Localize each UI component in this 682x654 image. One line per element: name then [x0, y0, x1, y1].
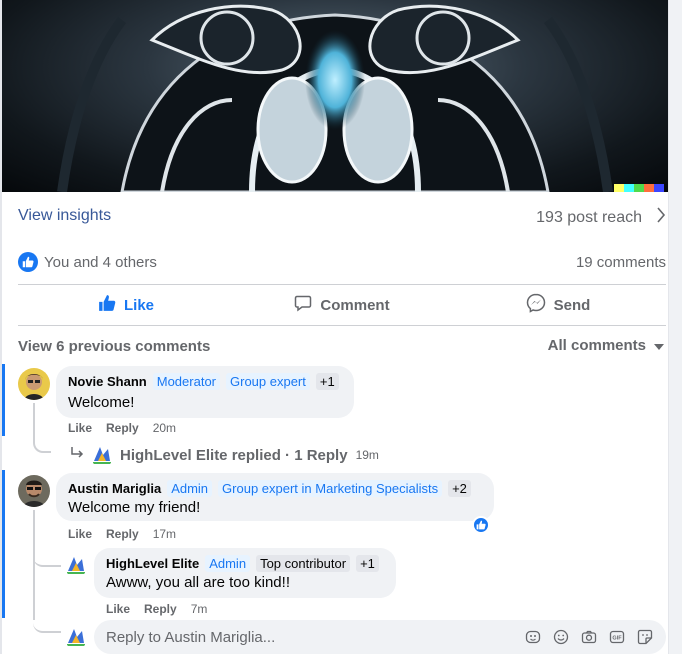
emoji-icon[interactable]	[552, 628, 570, 646]
reply-like-link[interactable]: Like	[106, 602, 130, 616]
comment-actions: Like Reply 20m	[68, 421, 176, 435]
like-button-label: Like	[123, 296, 154, 314]
comment-timestamp[interactable]: 17m	[153, 527, 176, 541]
comments-count-link[interactable]: 19 comments	[576, 254, 666, 271]
send-button[interactable]: Send	[450, 293, 666, 317]
admin-badge[interactable]: Admin	[167, 480, 213, 497]
admin-badge[interactable]: Admin	[205, 555, 251, 572]
thread-connector	[33, 545, 61, 567]
sticker-icon[interactable]	[636, 628, 654, 646]
image-watermark-bar	[614, 184, 664, 192]
thumbs-up-icon	[98, 294, 116, 316]
comment-sort-label: All comments	[547, 337, 646, 354]
reactions-stats-row: You and 4 others 19 comments	[18, 252, 666, 274]
thread-connector	[33, 615, 61, 633]
messenger-icon	[526, 293, 546, 317]
comment-button[interactable]: Comment	[234, 294, 450, 316]
send-button-label: Send	[553, 296, 591, 314]
comment-like-reaction-icon[interactable]	[472, 516, 490, 534]
moderator-badge[interactable]: Moderator	[152, 373, 220, 390]
avatar-sticker-icon[interactable]	[524, 628, 542, 646]
reply-input[interactable]	[106, 628, 524, 646]
highlevel-elite-avatar-image	[64, 553, 88, 577]
view-insights-link[interactable]: View insights	[18, 207, 111, 225]
thread-connector	[33, 510, 35, 620]
replies-summary-time: 19m	[355, 448, 379, 462]
more-badges-count[interactable]: +1	[315, 373, 339, 390]
composer-avatar[interactable]	[64, 625, 88, 649]
comment-like-link[interactable]: Like	[68, 421, 92, 435]
post-image-artwork	[57, 4, 613, 192]
comment-bubble: Novie Shann Moderator Group expert +1 We…	[56, 366, 354, 418]
comment-button-label: Comment	[320, 296, 390, 314]
caret-down-icon	[654, 337, 664, 354]
comment-timestamp[interactable]: 20m	[153, 421, 176, 435]
scrollbar-track[interactable]	[668, 0, 682, 654]
like-reaction-icon	[18, 252, 38, 272]
like-button[interactable]: Like	[18, 294, 234, 316]
reply-text: Awww, you all are too kind!!	[106, 574, 290, 591]
composer-toolbar: GIF	[524, 628, 654, 646]
group-expert-badge[interactable]: Group expert	[226, 373, 310, 390]
comment-icon	[294, 294, 312, 316]
reply-arrow-icon	[70, 446, 84, 464]
highlevel-elite-avatar	[90, 443, 114, 467]
replies-summary[interactable]: HighLevel Elite replied · 1 Reply 19m	[70, 443, 379, 467]
reply-bubble: HighLevel Elite Admin Top contributor +1…	[94, 548, 396, 598]
reply-timestamp[interactable]: 7m	[191, 602, 208, 616]
avatar[interactable]	[18, 475, 50, 507]
reply-composer: GIF	[94, 620, 666, 654]
insights-row: View insights 193 post reach	[18, 207, 666, 229]
thread-highlight-bar	[2, 364, 5, 436]
svg-text:GIF: GIF	[612, 636, 622, 642]
comment-text: Welcome!	[68, 394, 135, 411]
comment-author[interactable]: Novie Shann	[68, 374, 147, 389]
comment-actions: Like Reply 17m	[68, 527, 176, 541]
austin-mariglia-avatar-image	[18, 475, 50, 507]
reply-actions: Like Reply 7m	[106, 602, 207, 616]
avatar[interactable]	[64, 553, 88, 577]
replies-summary-text: HighLevel Elite replied · 1 Reply	[120, 446, 348, 464]
comments-header: View 6 previous comments All comments	[18, 337, 666, 357]
comment-author[interactable]: Austin Mariglia	[68, 481, 161, 496]
comment-sort-dropdown[interactable]: All comments	[548, 337, 664, 354]
reactions-text: You and 4 others	[44, 253, 157, 271]
top-contributor-badge[interactable]: Top contributor	[256, 555, 351, 572]
reactions-summary[interactable]: You and 4 others	[18, 252, 157, 272]
reply-reply-link[interactable]: Reply	[144, 602, 177, 616]
post-action-bar: Like Comment Send	[18, 284, 666, 326]
camera-icon[interactable]	[580, 628, 598, 646]
post-reach-button[interactable]: 193 post reach	[536, 207, 666, 228]
comment-reply-link[interactable]: Reply	[106, 527, 139, 541]
chevron-right-icon	[656, 207, 666, 228]
novie-shann-avatar-image	[18, 368, 50, 400]
view-previous-comments-link[interactable]: View 6 previous comments	[18, 338, 210, 355]
thread-connector	[33, 403, 51, 453]
more-badges-count[interactable]: +2	[448, 480, 471, 497]
highlevel-elite-avatar-image	[64, 625, 88, 649]
reply-author[interactable]: HighLevel Elite	[106, 556, 199, 571]
thread-highlight-bar	[2, 470, 5, 618]
post-image[interactable]	[2, 0, 668, 192]
comment-bubble: Austin Mariglia Admin Group expert in Ma…	[56, 473, 494, 521]
comment-like-link[interactable]: Like	[68, 527, 92, 541]
avatar[interactable]	[18, 368, 50, 400]
post-reach-label: 193 post reach	[536, 208, 642, 226]
group-expert-badge[interactable]: Group expert in Marketing Specialists	[218, 480, 443, 497]
comment-reply-link[interactable]: Reply	[106, 421, 139, 435]
more-badges-count[interactable]: +1	[356, 555, 379, 572]
comment-text: Welcome my friend!	[68, 499, 201, 516]
gif-icon[interactable]: GIF	[608, 628, 626, 646]
